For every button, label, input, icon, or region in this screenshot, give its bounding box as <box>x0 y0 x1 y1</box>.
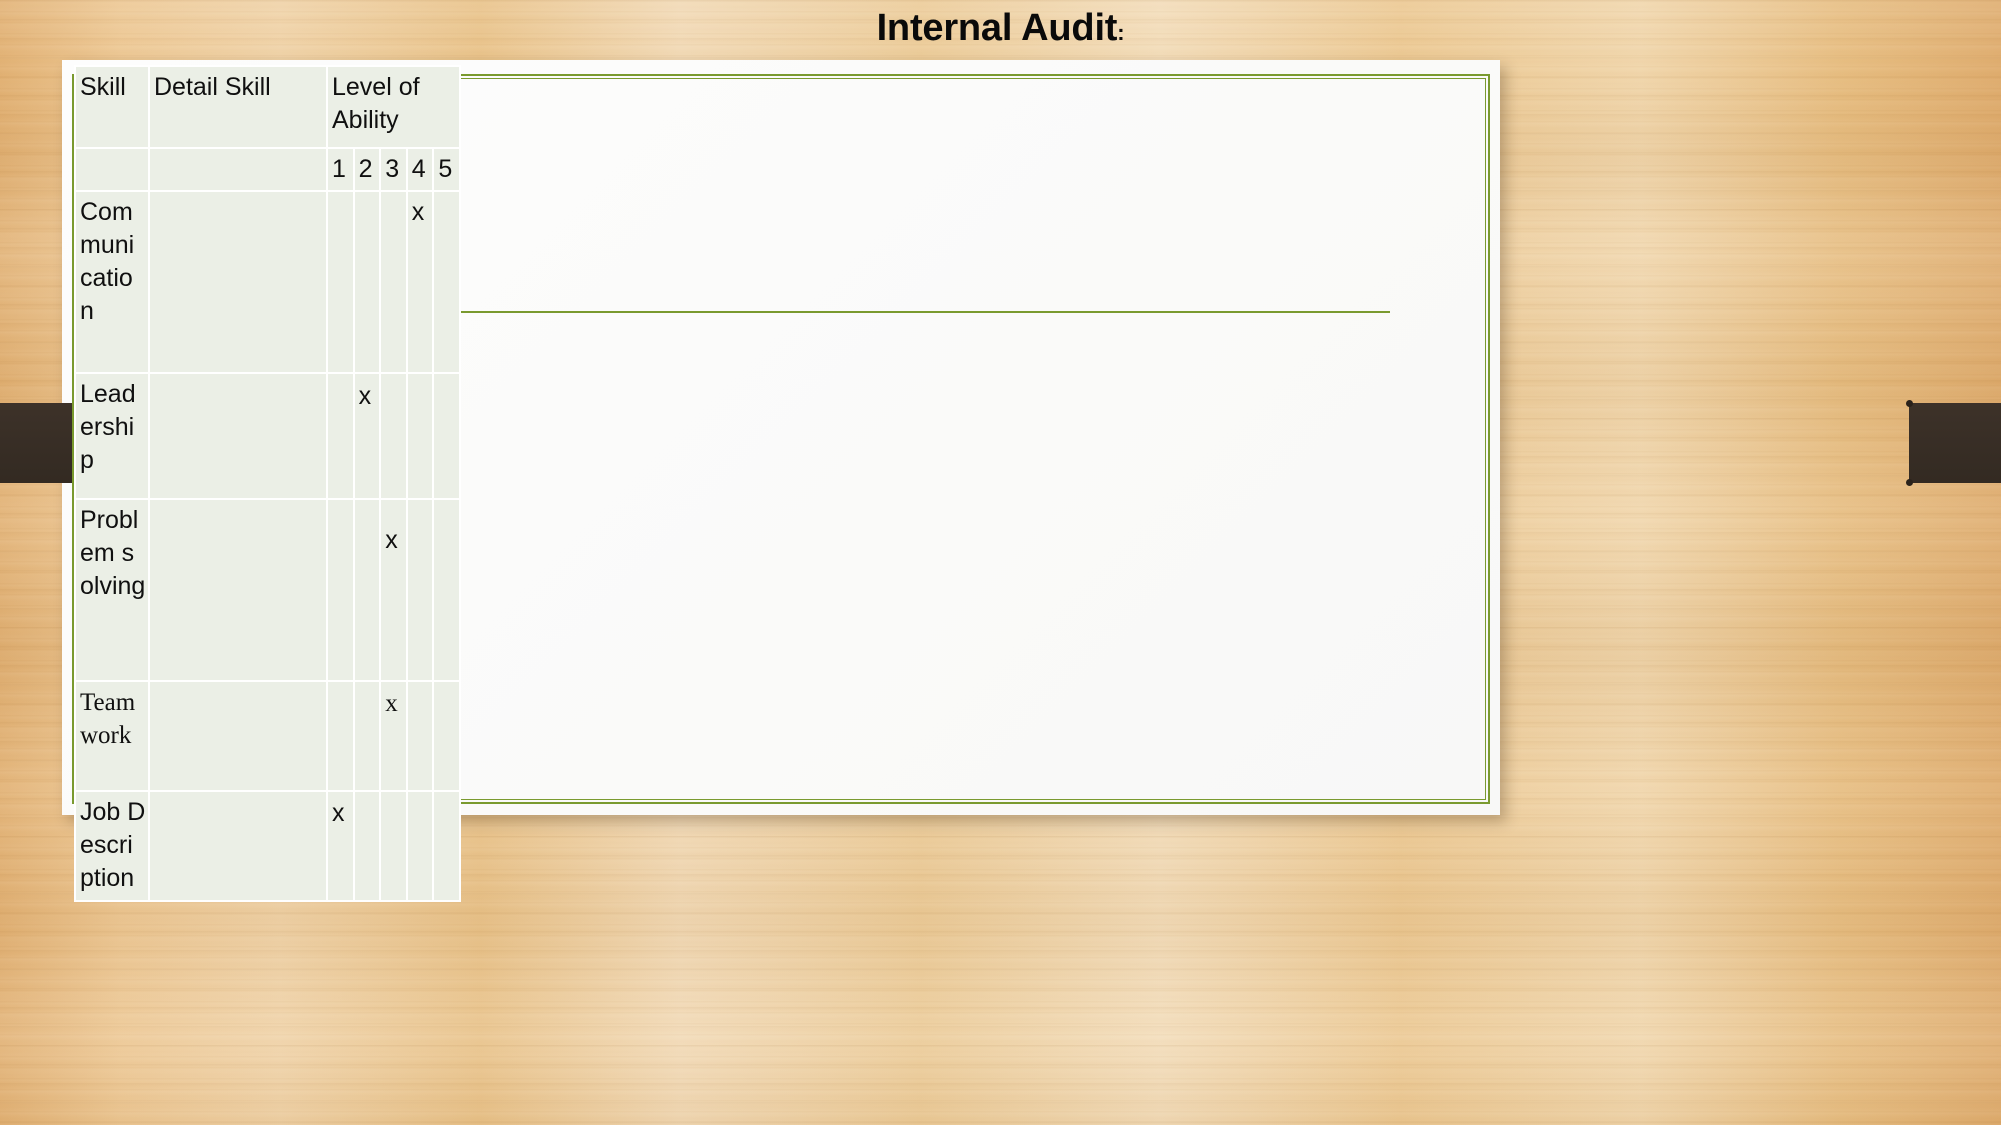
row-detail-problem-solving <box>148 498 328 682</box>
row-problem-solving-level-4[interactable] <box>405 498 435 682</box>
column-header-detail-skill: Detail Skill <box>148 65 328 149</box>
edge-tab-right-knob-bottom <box>1906 479 1913 486</box>
column-header-skill: Skill <box>74 65 150 149</box>
row-problem-solving-level-1[interactable] <box>326 498 355 682</box>
row-job-description-level-5[interactable] <box>432 790 461 902</box>
row-job-description-level-4[interactable] <box>405 790 435 902</box>
row-teamwork-level-4[interactable] <box>405 680 435 792</box>
row-leadership-level-3[interactable] <box>379 372 408 500</box>
row-detail-teamwork <box>148 680 328 792</box>
page-title-text: Internal Audit <box>876 7 1118 49</box>
row-teamwork-level-1[interactable] <box>326 680 355 792</box>
row-skill-problem-solving: Problem solving <box>74 498 150 682</box>
row-job-description-level-3[interactable] <box>379 790 408 902</box>
table-row: Communication x <box>74 190 461 374</box>
table-row: Job Description x <box>74 790 461 902</box>
row-teamwork-level-3[interactable]: x <box>379 680 408 792</box>
table-header-row: Skill Detail Skill Level of Ability <box>74 65 461 149</box>
page-title: Internal Audit: <box>0 1 2001 57</box>
level-number-1: 1 <box>326 147 355 192</box>
row-problem-solving-level-3[interactable]: x <box>379 498 408 682</box>
table-row: Problem solving x <box>74 498 461 682</box>
skills-assessment-table: Skill Detail Skill Level of Ability 1 2 … <box>74 65 461 902</box>
row-communication-level-5[interactable] <box>432 190 461 374</box>
row-skill-leadership: Leadership <box>74 372 150 500</box>
edge-tab-left[interactable] <box>0 403 72 483</box>
table-row: Leadership x <box>74 372 461 500</box>
row-detail-communication <box>148 190 328 374</box>
level-number-3: 3 <box>379 147 408 192</box>
column-header-level-of-ability: Level of Ability <box>326 65 461 149</box>
row-detail-job-description <box>148 790 328 902</box>
row-skill-communication: Communication <box>74 190 150 374</box>
edge-tab-right[interactable] <box>1906 400 2001 486</box>
level-number-5: 5 <box>432 147 461 192</box>
row-skill-job-description: Job Description <box>74 790 150 902</box>
row-job-description-level-1[interactable]: x <box>326 790 355 902</box>
card-divider-line <box>460 311 1390 313</box>
row-skill-teamwork: Teamwork <box>74 680 150 792</box>
level-number-2: 2 <box>352 147 382 192</box>
row-leadership-level-2[interactable]: x <box>352 372 382 500</box>
level-row-detail-spacer <box>148 147 328 192</box>
row-job-description-level-2[interactable] <box>352 790 382 902</box>
row-communication-level-4[interactable]: x <box>405 190 435 374</box>
row-leadership-level-4[interactable] <box>405 372 435 500</box>
row-teamwork-level-5[interactable] <box>432 680 461 792</box>
edge-tab-right-knob-top <box>1906 400 1913 407</box>
row-communication-level-3[interactable] <box>379 190 408 374</box>
row-leadership-level-5[interactable] <box>432 372 461 500</box>
row-communication-level-1[interactable] <box>326 190 355 374</box>
row-problem-solving-level-2[interactable] <box>352 498 382 682</box>
row-detail-leadership <box>148 372 328 500</box>
level-number-4: 4 <box>405 147 435 192</box>
row-teamwork-level-2[interactable] <box>352 680 382 792</box>
table-level-number-row: 1 2 3 4 5 <box>74 147 461 192</box>
level-row-skill-spacer <box>74 147 150 192</box>
row-leadership-level-1[interactable] <box>326 372 355 500</box>
row-communication-level-2[interactable] <box>352 190 382 374</box>
table-row: Teamwork x <box>74 680 461 792</box>
page-title-colon: : <box>1117 20 1125 45</box>
row-problem-solving-level-5[interactable] <box>432 498 461 682</box>
